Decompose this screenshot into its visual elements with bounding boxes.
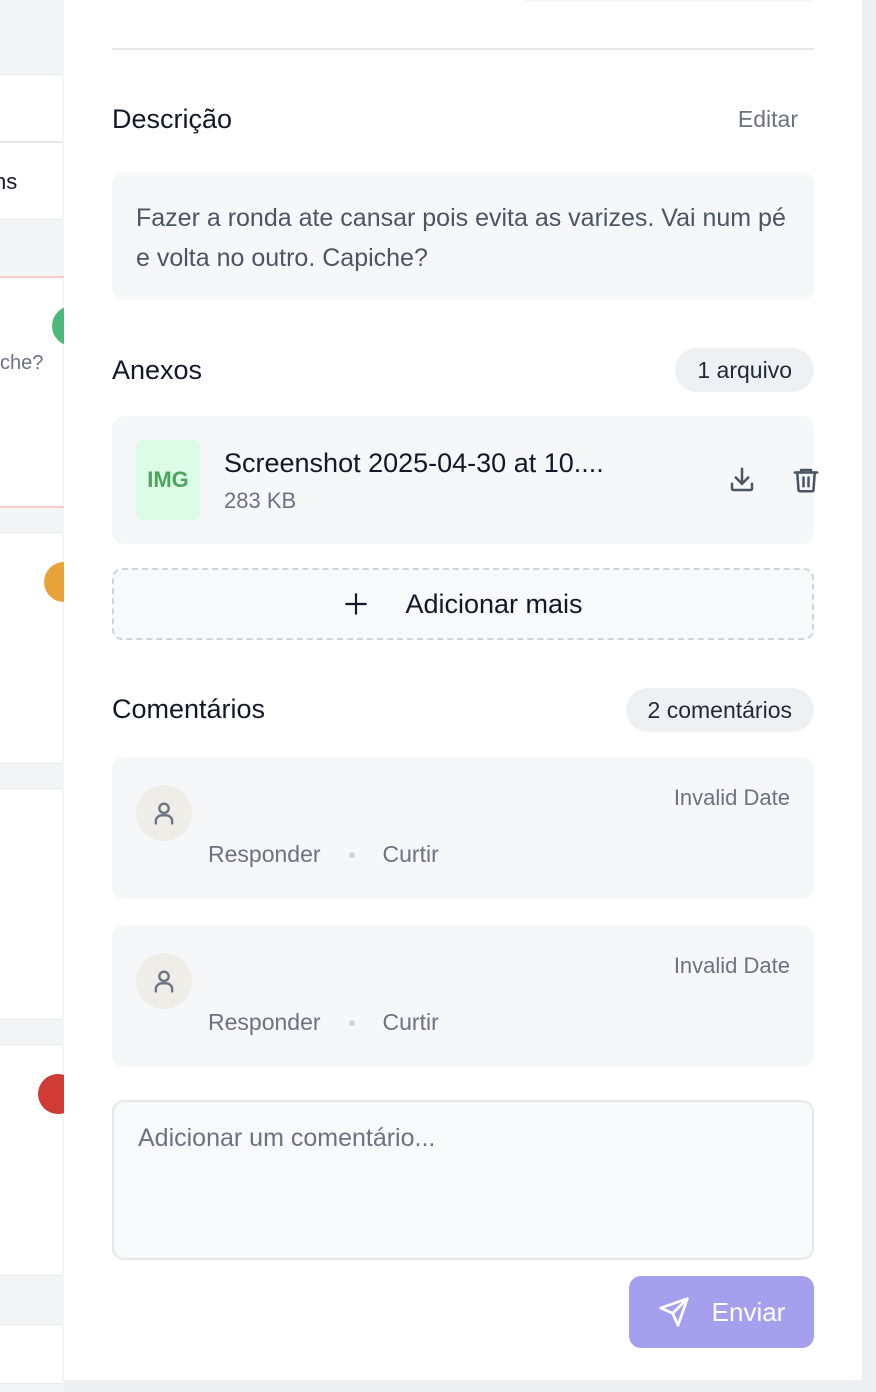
- send-comment-button[interactable]: Enviar: [629, 1276, 814, 1348]
- file-size: 283 KB: [224, 488, 297, 513]
- board-divider: [0, 506, 64, 508]
- background-board: ns che?: [0, 0, 64, 1392]
- comment-date: Invalid Date: [673, 785, 790, 810]
- attachment-item: IMG Screenshot 2025-04-30 at 10.... 283 …: [112, 416, 819, 544]
- comment-item: Invalid Date Responder Curtir: [112, 925, 814, 1067]
- user-icon: [154, 970, 174, 993]
- comment-input[interactable]: [112, 1100, 814, 1260]
- plus-icon: [345, 593, 368, 615]
- board-partial-text: ns: [0, 169, 18, 194]
- board-partial-text: che?: [0, 352, 44, 374]
- attachments-count-badge: 1 arquivo: [675, 348, 814, 392]
- reply-button[interactable]: Responder: [208, 1009, 321, 1036]
- add-more-attachments-button[interactable]: Adicionar mais: [112, 568, 814, 640]
- comments-count-badge: 2 comentários: [625, 688, 814, 732]
- file-thumbnail: IMG: [136, 440, 200, 520]
- user-icon: [154, 802, 174, 825]
- task-detail-panel: Descrição Editar Fazer a ronda ate cansa…: [64, 0, 862, 1380]
- board-card[interactable]: [0, 74, 62, 142]
- download-button[interactable]: [722, 460, 762, 500]
- reply-button[interactable]: Responder: [208, 841, 321, 868]
- description-title: Descrição: [112, 104, 233, 134]
- comments-title: Comentários: [112, 694, 266, 724]
- board-card[interactable]: che?: [0, 278, 62, 506]
- window-edge: [862, 0, 876, 1392]
- attachments-title: Anexos: [112, 355, 203, 385]
- board-card[interactable]: [0, 1324, 62, 1384]
- comment-actions: Responder Curtir: [208, 841, 439, 868]
- comment-item: Invalid Date Responder Curtir: [112, 757, 814, 899]
- avatar: [136, 785, 192, 841]
- delete-attachment-button[interactable]: [786, 460, 826, 500]
- board-card[interactable]: ns: [0, 142, 62, 220]
- like-button[interactable]: Curtir: [383, 1009, 439, 1036]
- trash-icon: [793, 468, 819, 493]
- send-icon: [658, 1297, 689, 1327]
- separator-dot: [348, 1019, 355, 1026]
- edit-description-button[interactable]: Editar: [738, 106, 798, 133]
- comment-date: Invalid Date: [673, 953, 790, 978]
- file-name: Screenshot 2025-04-30 at 10....: [224, 448, 604, 478]
- download-icon: [730, 467, 754, 492]
- add-more-label: Adicionar mais: [405, 588, 583, 619]
- section-divider: [112, 48, 814, 50]
- description-text: Fazer a ronda ate cansar pois evita as v…: [112, 172, 814, 300]
- send-label: Enviar: [711, 1296, 786, 1327]
- avatar: [136, 953, 192, 1009]
- top-field-stub: [524, 0, 814, 2]
- comment-actions: Responder Curtir: [208, 1009, 439, 1036]
- separator-dot: [348, 851, 355, 858]
- like-button[interactable]: Curtir: [383, 841, 439, 868]
- board-card[interactable]: [0, 788, 62, 1020]
